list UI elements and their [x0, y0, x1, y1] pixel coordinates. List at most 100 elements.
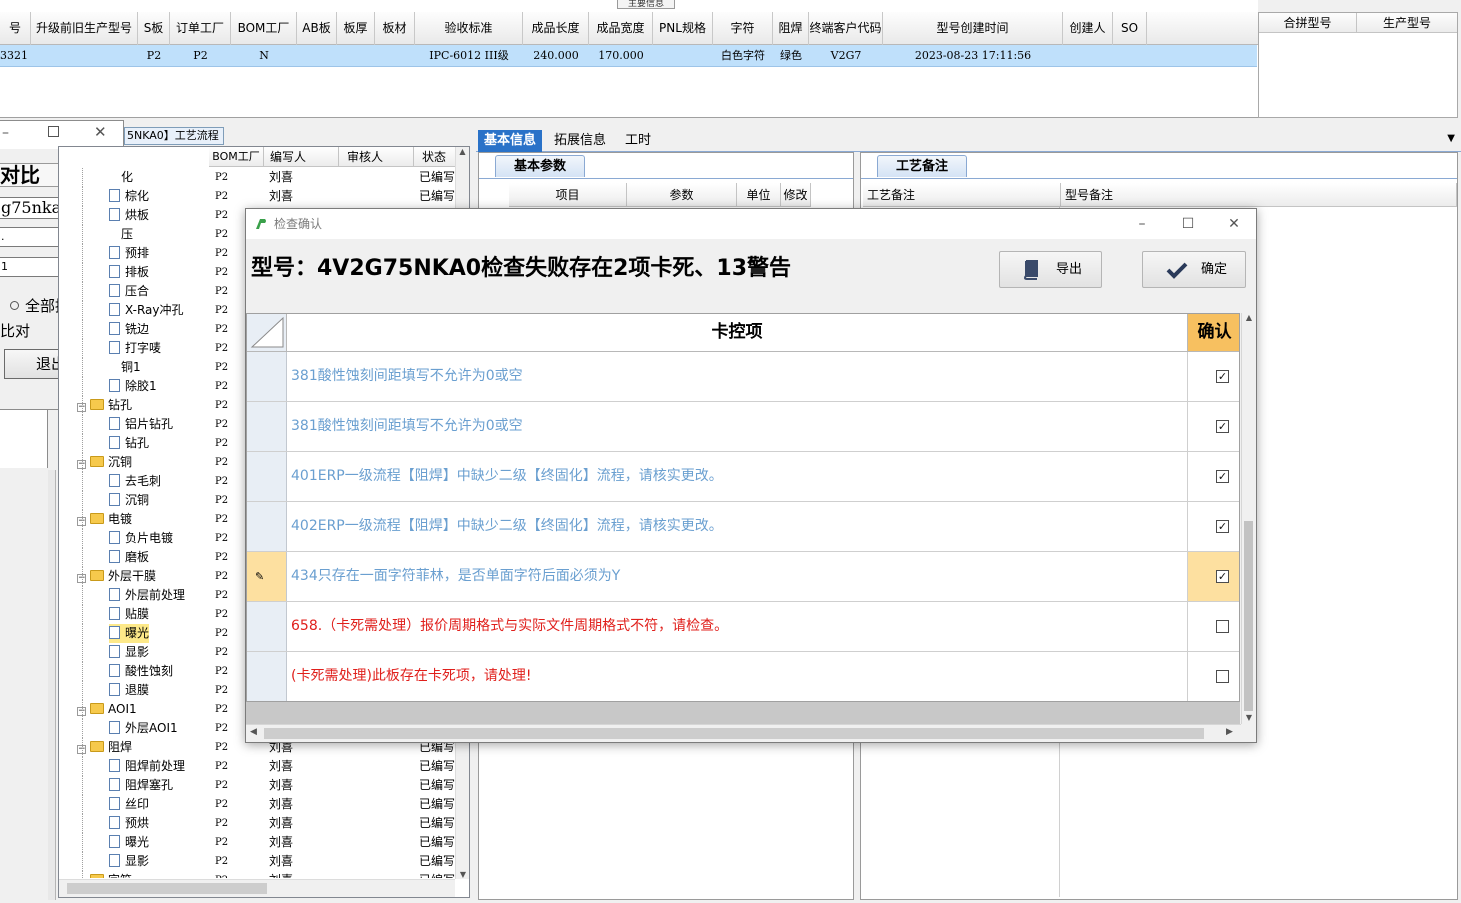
maximize-icon[interactable]: ☐ [1165, 209, 1211, 239]
maximize-icon[interactable] [48, 126, 59, 137]
radio-icon[interactable] [10, 301, 19, 310]
check-item-text: 434只存在一面字符菲林，是否单面字符后面必须为Y [291, 568, 621, 584]
model-grid-col-header[interactable]: PNL规格 [653, 12, 713, 45]
row-indicator[interactable] [247, 652, 287, 701]
close-icon[interactable]: ✕ [94, 123, 107, 141]
model-grid-col-header[interactable]: 板材 [375, 12, 415, 45]
model-grid-col-header[interactable]: 验收标准 [415, 12, 523, 45]
dialog-hscroll[interactable]: ◀ ▶ [246, 724, 1241, 742]
dialog-vscroll[interactable]: ▲ ▼ [1241, 313, 1256, 724]
check-item-row[interactable]: 658.（卡死需处理）报价周期格式与实际文件周期格式不符，请检查。 [247, 602, 1239, 652]
tab-work-hours[interactable]: 工时 [619, 130, 657, 152]
check-item-row[interactable]: 401ERP一级流程【阻焊】中缺少二级【终固化】流程，请核实更改。 ✓ [247, 452, 1239, 502]
row-indicator[interactable] [247, 602, 287, 651]
model-grid-col-header[interactable]: 创建人 [1063, 12, 1113, 45]
tree-node[interactable]: 丝印 P2 刘喜 已编写 [59, 795, 455, 814]
row-indicator[interactable] [247, 352, 287, 401]
model-grid-col-header[interactable]: 号 [0, 12, 31, 45]
confirm-checkbox[interactable]: ✓ [1216, 520, 1229, 533]
document-icon [109, 626, 120, 639]
tree-node[interactable]: 预烘 P2 刘喜 已编写 [59, 814, 455, 833]
tree-node-writer: 刘喜 [269, 816, 294, 830]
model-grid-col-header[interactable]: 成品长度 [523, 12, 589, 45]
model-grid-col-header[interactable]: SO [1113, 12, 1147, 45]
scroll-down-icon[interactable]: ▼ [1242, 713, 1256, 722]
confirm-checkbox[interactable]: ✓ [1216, 470, 1229, 483]
close-icon[interactable]: ✕ [1211, 209, 1257, 239]
ok-label: 确定 [1201, 262, 1228, 277]
scroll-up-icon[interactable]: ▲ [456, 147, 469, 156]
model-grid-col-header[interactable]: 阻焊 [773, 12, 809, 45]
model-grid-col-header[interactable]: 终端客户代码 [809, 12, 883, 45]
tree-node[interactable]: 棕化 P2 刘喜 已编写 [59, 187, 455, 206]
check-item-text: 401ERP一级流程【阻焊】中缺少二级【终固化】流程，请核实更改。 [291, 468, 723, 484]
model-grid-col-header[interactable]: AB板 [297, 12, 337, 45]
check-item-row[interactable]: ✎ 434只存在一面字符菲林，是否单面字符后面必须为Y ✓ [247, 552, 1239, 602]
tree-node[interactable]: 阻焊塞孔 P2 刘喜 已编写 [59, 776, 455, 795]
check-item-text: 381酸性蚀刻间距填写不允许为0或空 [291, 368, 523, 384]
ok-button[interactable]: 确定 [1142, 251, 1246, 288]
tree-guide-line [82, 472, 83, 491]
tree-node[interactable]: 化 P2 刘喜 已编写 [59, 168, 455, 187]
check-item-row[interactable]: 381酸性蚀刻间距填写不允许为0或空 ✓ [247, 402, 1239, 452]
dialog-vscroll-thumb[interactable] [1244, 521, 1253, 711]
tree-node[interactable]: −字符P2刘喜已编写 [59, 871, 455, 878]
dialog-hscroll-thumb[interactable] [264, 728, 1204, 739]
tree-node-writer: 刘喜 [269, 871, 329, 878]
tree-guide-line [82, 643, 83, 662]
item-col-header: 项目 [509, 183, 627, 207]
model-grid-row[interactable]: 3321 P2 P2 N IPC-6012 III级 240.000 170.000 白色字符… [0, 45, 1257, 67]
left-splitter[interactable] [48, 470, 56, 900]
check-item-row[interactable]: (卡死需处理)此板存在卡死项，请处理! [247, 652, 1239, 701]
tree-node[interactable]: 阻焊前处理 P2 刘喜 已编写 [59, 757, 455, 776]
book-icon [1023, 260, 1038, 280]
minimize-icon[interactable]: – [1119, 209, 1165, 239]
model-grid-cell: 2023-08-23 17:11:56 [914, 49, 1032, 62]
tab-basic-params[interactable]: 基本参数 [495, 155, 586, 177]
chevron-down-icon[interactable]: ▼ [1447, 133, 1455, 144]
model-grid-col-header[interactable]: 板厚 [337, 12, 375, 45]
confirm-checkbox[interactable]: ✓ [1216, 570, 1229, 583]
model-grid-col-header[interactable]: 订单工厂 [170, 12, 231, 45]
confirm-checkbox[interactable] [1216, 620, 1229, 633]
document-icon [109, 835, 120, 848]
model-grid-col-header[interactable]: 成品宽度 [589, 12, 653, 45]
tree-node[interactable]: 曝光 P2 刘喜 已编写 [59, 833, 455, 852]
model-grid-col-header[interactable]: S板 [138, 12, 170, 45]
scroll-up-icon[interactable]: ▲ [1242, 313, 1256, 322]
confirm-checkbox[interactable]: ✓ [1216, 420, 1229, 433]
model-grid-col-header[interactable]: 型号创建时间 [883, 12, 1063, 45]
tab-process-remark[interactable]: 工艺备注 [877, 155, 968, 177]
tree-node-label: 压 [121, 227, 134, 241]
row-indicator[interactable] [247, 502, 287, 551]
check-item-row[interactable]: 402ERP一级流程【阻焊】中缺少二级【终固化】流程，请核实更改。 ✓ [247, 502, 1239, 552]
confirm-cell: ✓ [1187, 502, 1239, 551]
tree-hscroll-thumb[interactable] [67, 883, 267, 894]
export-button[interactable]: 导出 [999, 251, 1102, 288]
row-indicator[interactable] [247, 452, 287, 501]
row-indicator[interactable]: ✎ [247, 552, 287, 601]
tree-hscroll[interactable] [59, 879, 455, 897]
model-grid-col-header[interactable]: 字符 [713, 12, 773, 45]
tree-guide-line [82, 396, 83, 415]
confirm-checkbox[interactable] [1216, 670, 1229, 683]
scroll-right-icon[interactable]: ▶ [1226, 727, 1233, 737]
tab-basic-info[interactable]: 基本信息 [478, 130, 543, 152]
tab-extended-info[interactable]: 拓展信息 [548, 130, 612, 152]
tree-node-label: 铜1 [121, 360, 141, 374]
scroll-down-icon[interactable]: ▼ [456, 870, 470, 879]
tree-node[interactable]: 显影 P2 刘喜 已编写 [59, 852, 455, 871]
row-indicator[interactable] [247, 402, 287, 451]
check-items-rows: 381酸性蚀刻间距填写不允许为0或空 ✓ 381酸性蚀刻间距填写不允许为0或空 ✓ 40… [247, 352, 1239, 701]
confirm-checkbox[interactable]: ✓ [1216, 370, 1229, 383]
model-grid-col-header[interactable]: BOM工厂 [231, 12, 297, 45]
minimize-icon[interactable]: – [2, 125, 9, 141]
scroll-left-icon[interactable]: ◀ [250, 727, 257, 737]
document-icon [109, 721, 120, 734]
model-grid-col-header[interactable]: 升级前旧生产型号 [31, 12, 138, 45]
confirm-cell [1187, 652, 1239, 701]
select-all-corner[interactable] [247, 314, 287, 351]
tree-guide-line [82, 491, 83, 510]
modify-col-header: 修改 [781, 183, 811, 207]
check-item-row[interactable]: 381酸性蚀刻间距填写不允许为0或空 ✓ [247, 352, 1239, 402]
